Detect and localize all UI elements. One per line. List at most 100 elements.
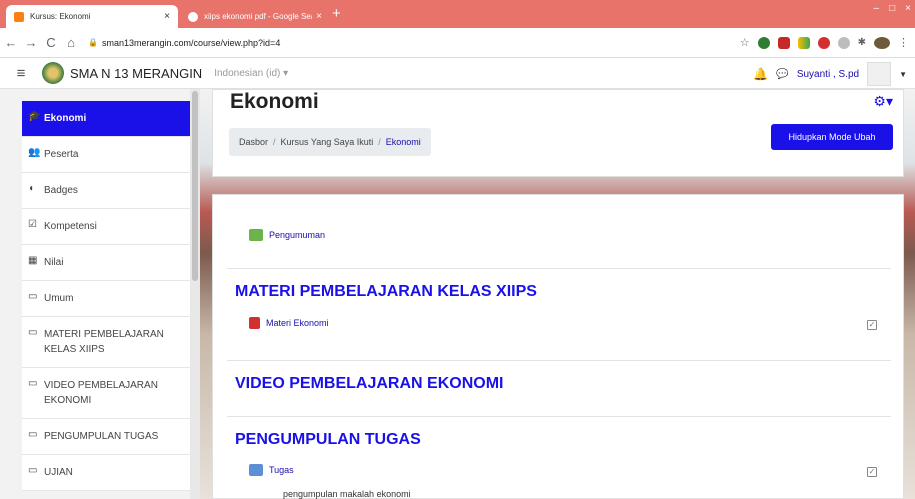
address-bar: ← → C ⌂ 🔒 sman13merangin.com/course/view… — [0, 28, 915, 58]
breadcrumb-separator: / — [273, 137, 276, 147]
page-title: Ekonomi — [230, 90, 319, 113]
sidebar-item-pengumpulan[interactable]: ▭ PENGUMPULAN TUGAS — [22, 419, 190, 455]
breadcrumb-link[interactable]: Dasbor — [239, 137, 268, 147]
puzzle-icon[interactable]: ✱ — [858, 37, 866, 48]
maximize-icon[interactable]: □ — [889, 3, 895, 14]
language-selector[interactable]: Indonesian (id) ▾ — [214, 68, 288, 79]
bookmark-star-icon[interactable]: ☆ — [740, 36, 750, 49]
completion-checkbox[interactable]: ✓ — [867, 467, 877, 477]
lock-icon: 🔒 — [88, 38, 98, 47]
scrollbar-thumb[interactable] — [192, 91, 198, 281]
tab-title: xiips ekonomi pdf - Google Sear — [204, 12, 313, 21]
close-window-icon[interactable]: × — [905, 3, 911, 14]
profile-avatar-icon[interactable] — [874, 36, 890, 49]
breadcrumb: Dasbor / Kursus Yang Saya Ikuti / Ekonom… — [229, 128, 431, 156]
sidebar-item-label: Umum — [44, 293, 74, 304]
sidebar-item-label: Badges — [44, 185, 78, 196]
browser-tabbar: Kursus: Ekonomi × xiips ekonomi pdf - Go… — [0, 0, 915, 28]
extension-icon[interactable] — [757, 36, 770, 49]
user-menu-caret-icon[interactable]: ▼ — [899, 70, 907, 79]
minimize-icon[interactable]: – — [874, 3, 880, 14]
sidebar-item-kompetensi[interactable]: ☑ Kompetensi — [22, 209, 190, 245]
hamburger-menu-icon[interactable]: ≡ — [6, 65, 36, 82]
new-tab-button[interactable]: + — [332, 5, 341, 23]
breadcrumb-link[interactable]: Kursus Yang Saya Ikuti — [281, 137, 374, 147]
sidebar-item-nilai[interactable]: ▦ Nilai — [22, 245, 190, 281]
activity-link[interactable]: Materi Ekonomi — [266, 318, 329, 328]
sidebar-item-label: Nilai — [44, 257, 64, 268]
activity-resource[interactable]: Materi Ekonomi — [249, 317, 329, 329]
tab-kursus-ekonomi[interactable]: Kursus: Ekonomi × — [6, 5, 178, 28]
url-input[interactable]: 🔒 sman13merangin.com/course/view.php?id=… — [88, 32, 740, 54]
sidebar-item-video[interactable]: ▭ VIDEO PEMBELAJARAN EKONOMI — [22, 368, 190, 419]
sidebar-item-badges[interactable]: ◖ Badges — [22, 173, 190, 209]
edit-mode-button[interactable]: Hidupkan Mode Ubah — [771, 124, 893, 150]
messages-icon[interactable]: 💬 — [776, 69, 788, 80]
user-area: 🔔 💬 Suyanti , S.pd ▼ — [753, 62, 907, 86]
activity-link[interactable]: Pengumuman — [269, 230, 325, 240]
user-name[interactable]: Suyanti , S.pd — [797, 69, 859, 80]
completion-checkbox[interactable]: ✓ — [867, 320, 877, 330]
back-icon[interactable]: ← — [2, 35, 20, 50]
extension-icon[interactable] — [797, 36, 810, 49]
shield-icon: ◖ — [28, 183, 35, 194]
drawer-list: 🎓 Ekonomi 👥 Peserta ◖ Badges ☑ Kompetens… — [22, 101, 190, 491]
section-title[interactable]: MATERI PEMBELAJARAN KELAS XIIPS — [235, 283, 537, 301]
school-logo[interactable] — [42, 62, 64, 84]
sidebar-item-ekonomi[interactable]: 🎓 Ekonomi — [22, 101, 190, 137]
forum-icon — [249, 229, 263, 241]
site-name[interactable]: SMA N 13 MERANGIN — [70, 66, 202, 81]
folder-icon: ▭ — [28, 291, 38, 302]
checkbox-icon: ☑ — [28, 219, 37, 230]
activity-link[interactable]: Tugas — [269, 465, 294, 475]
user-avatar[interactable] — [867, 62, 892, 86]
breadcrumb-separator: / — [378, 137, 381, 147]
forward-icon[interactable]: → — [22, 35, 40, 50]
activity-forum[interactable]: Pengumuman — [249, 229, 325, 241]
sidebar-item-label: Kompetensi — [44, 221, 97, 232]
extensions-area: ☆ ✱ ⋮ — [740, 36, 909, 49]
sidebar-item-peserta[interactable]: 👥 Peserta — [22, 137, 190, 173]
tab-title: Kursus: Ekonomi — [30, 12, 91, 21]
section-general: Pengumuman — [227, 195, 891, 269]
drawer-scrollbar[interactable] — [190, 89, 200, 499]
tab-close-icon[interactable]: × — [164, 11, 170, 22]
reload-icon[interactable]: C — [42, 35, 60, 50]
home-icon[interactable]: ⌂ — [62, 35, 80, 50]
folder-icon: ▭ — [28, 429, 38, 440]
section-title[interactable]: VIDEO PEMBELAJARAN EKONOMI — [235, 375, 503, 393]
section-video: VIDEO PEMBELAJARAN EKONOMI — [227, 361, 891, 417]
section-tugas: PENGUMPULAN TUGAS Tugas ✓ pengumpulan ma… — [227, 417, 891, 499]
folder-icon: ▭ — [28, 465, 38, 476]
notification-bell-icon[interactable]: 🔔 — [753, 67, 768, 81]
sidebar-item-label: MATERI PEMBELAJARAN KELAS XIIPS — [44, 329, 164, 355]
graduation-cap-icon: 🎓 — [28, 111, 41, 122]
google-favicon-icon — [188, 11, 198, 22]
breadcrumb-current[interactable]: Ekonomi — [386, 137, 421, 147]
sidebar-item-ujian[interactable]: ▭ UJIAN — [22, 455, 190, 491]
page-header: Ekonomi ⚙▾ Dasbor / Kursus Yang Saya Iku… — [212, 89, 904, 177]
sidebar-item-label: Ekonomi — [44, 113, 87, 124]
sidebar-item-materi[interactable]: ▭ MATERI PEMBELAJARAN KELAS XIIPS — [22, 317, 190, 368]
section-title[interactable]: PENGUMPULAN TUGAS — [235, 431, 421, 449]
table-icon: ▦ — [28, 255, 38, 266]
extension-icon[interactable] — [817, 36, 830, 49]
menu-icon[interactable]: ⋮ — [898, 36, 909, 49]
gear-icon[interactable]: ⚙▾ — [873, 93, 893, 110]
pdf-file-icon — [249, 317, 260, 329]
course-content: Pengumuman MATERI PEMBELAJARAN KELAS XII… — [212, 194, 904, 499]
nav-drawer: 🎓 Ekonomi 👥 Peserta ◖ Badges ☑ Kompetens… — [0, 89, 200, 499]
section-materi: MATERI PEMBELAJARAN KELAS XIIPS Materi E… — [227, 269, 891, 361]
tab-close-icon[interactable]: × — [316, 11, 322, 22]
moodle-favicon-icon — [14, 11, 24, 22]
activity-assignment[interactable]: Tugas — [249, 464, 294, 476]
assignment-icon — [249, 464, 263, 476]
sidebar-item-umum[interactable]: ▭ Umum — [22, 281, 190, 317]
url-text: sman13merangin.com/course/view.php?id=4 — [101, 37, 281, 48]
extension-icon[interactable] — [777, 36, 790, 49]
tab-google-search[interactable]: xiips ekonomi pdf - Google Sear × — [180, 5, 330, 28]
users-icon: 👥 — [28, 147, 41, 158]
folder-icon: ▭ — [28, 327, 38, 338]
extension-icon[interactable] — [837, 36, 850, 49]
site-navbar: ≡ SMA N 13 MERANGIN Indonesian (id) ▾ 🔔 … — [0, 58, 915, 89]
